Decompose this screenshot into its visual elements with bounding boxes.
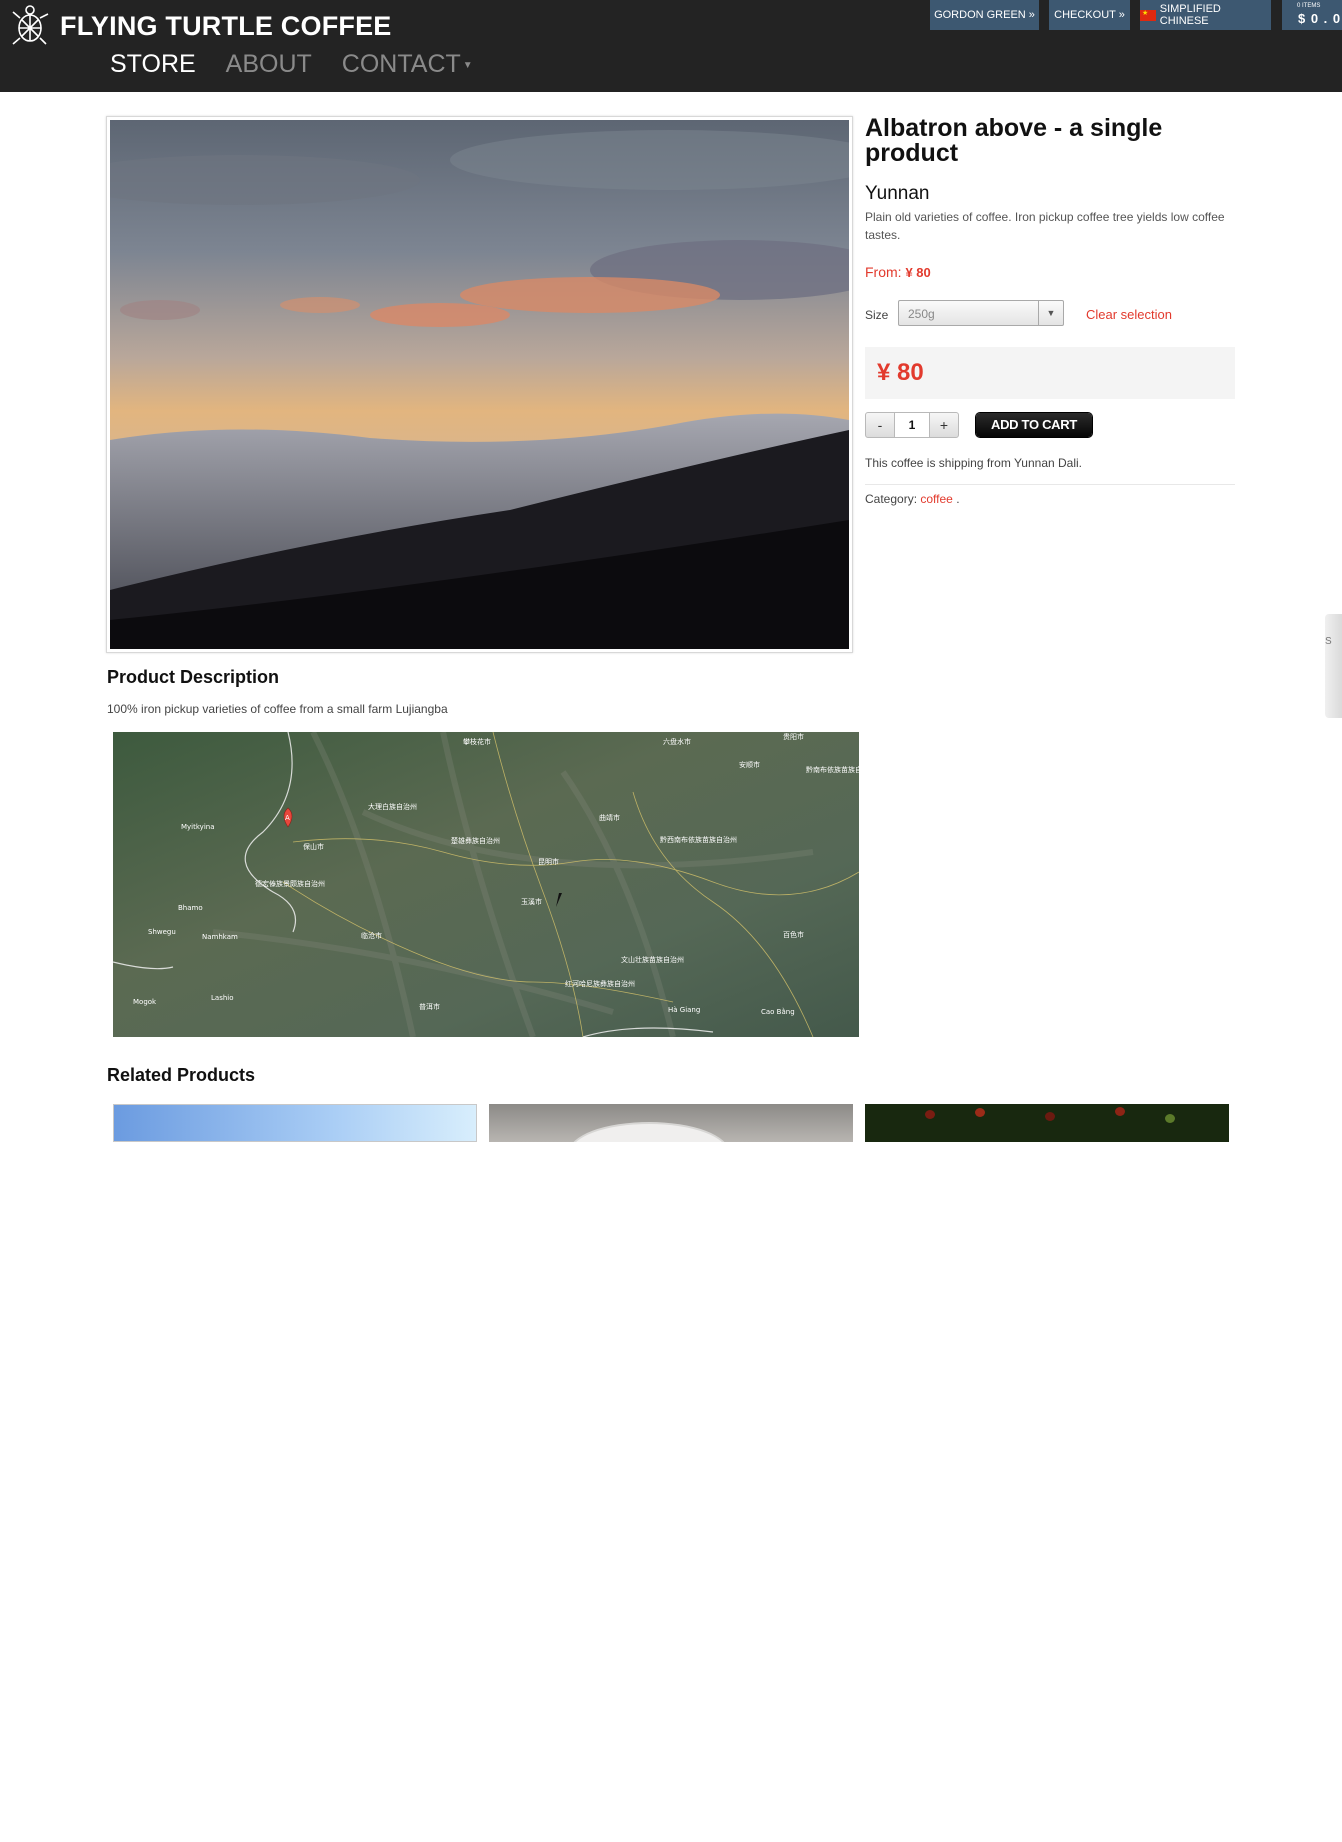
related-product-2[interactable] [489, 1104, 853, 1142]
mini-cart-button[interactable]: 0 ITEMS $ 0 . 0 [1282, 0, 1342, 30]
nav-contact-label: CONTACT [341, 50, 461, 78]
map-label-baoshan: 保山市 [303, 842, 324, 851]
product-title: Albatron above - a single product [865, 114, 1163, 167]
map-label-lincang: 临沧市 [361, 931, 382, 940]
quantity-decrease-button[interactable]: - [865, 412, 895, 438]
map-label-guiyang: 贵阳市 [783, 732, 804, 741]
coffee-cherry [1045, 1112, 1055, 1121]
checkout-button[interactable]: CHECKOUT » [1049, 0, 1130, 30]
coffee-cherry [1165, 1114, 1175, 1123]
china-flag-icon [1140, 9, 1156, 21]
from-label: From: [865, 264, 902, 280]
side-tab-label: S [1325, 636, 1332, 647]
coffee-cherry [975, 1108, 985, 1117]
quantity-increase-button[interactable]: + [929, 412, 959, 438]
map-label-qujing: 曲靖市 [599, 813, 620, 822]
map-label-caobang: Cao Bằng [761, 1007, 795, 1016]
map-label-kunming: 昆明市 [538, 857, 559, 866]
map-label-shwegu: Shwegu [148, 928, 176, 936]
size-label: Size [865, 308, 889, 322]
coffee-cup-image [569, 1122, 729, 1142]
origin-map-image: Myitkyina Bhamo Shwegu Namhkam Mogok Las… [113, 732, 859, 1037]
map-label-baise: 百色市 [783, 930, 804, 939]
product-short-description: Plain old varieties of coffee. Iron pick… [865, 210, 1225, 242]
main-menu: STORE ABOUT CONTACT ▼ [110, 50, 473, 79]
variation-price-box: ¥ 80 [865, 347, 1235, 399]
size-select-value: 250g [908, 307, 935, 321]
top-navigation-bar: FLYING TURTLE COFFEE STORE ABOUT CONTACT… [0, 0, 1342, 92]
quantity-input[interactable]: 1 [895, 412, 929, 438]
map-label-panzhihua: 攀枝花市 [463, 737, 491, 746]
nav-contact[interactable]: CONTACT ▼ [342, 50, 473, 79]
size-variation-row: Size 250g ▼ Clear selection [865, 300, 1235, 330]
satellite-map: Myitkyina Bhamo Shwegu Namhkam Mogok Las… [113, 732, 859, 1037]
map-label-liupanshui: 六盘水市 [663, 737, 691, 746]
map-pin-label: A [285, 814, 290, 822]
variation-price: ¥ 80 [877, 359, 924, 386]
category-link[interactable]: coffee [920, 492, 952, 506]
from-price: ¥ 80 [905, 265, 931, 280]
site-logo[interactable]: FLYING TURTLE COFFEE [8, 4, 392, 48]
language-label: SIMPLIFIED CHINESE [1159, 3, 1221, 27]
map-label-yuxi: 玉溪市 [521, 897, 542, 906]
map-label-wenshan: 文山壮族苗族自治州 [621, 955, 684, 964]
coffee-cherry [925, 1110, 935, 1119]
related-product-3[interactable] [865, 1104, 1229, 1142]
side-feedback-tab[interactable]: S [1325, 614, 1342, 718]
related-product-1[interactable] [113, 1104, 477, 1142]
description-text: 100% iron pickup varieties of coffee fro… [107, 702, 448, 716]
product-summary: Albatron above - a single product Yunnan… [865, 116, 1235, 506]
category-label: Category: [865, 492, 918, 506]
map-label-mogok: Mogok [133, 998, 157, 1006]
map-label-honghe: 红河哈尼族彝族自治州 [565, 979, 635, 988]
coffee-cherry [1115, 1107, 1125, 1116]
nav-about[interactable]: ABOUT [226, 50, 312, 79]
map-label-bhamo: Bhamo [178, 904, 203, 912]
map-label-puer: 普洱市 [419, 1002, 440, 1011]
map-label-namhkam: Namhkam [202, 933, 238, 941]
map-label-dehong: 德宏傣族景颇族自治州 [255, 879, 325, 888]
map-label-dali: 大理白族自治州 [368, 802, 417, 811]
add-to-cart-button[interactable]: ADD TO CART [976, 413, 1092, 437]
product-image-frame[interactable] [106, 116, 853, 653]
shipping-note: This coffee is shipping from Yunnan Dali… [865, 456, 1083, 470]
chevron-down-icon: ▼ [1038, 301, 1063, 325]
cart-total: $ 0 . 0 [1298, 11, 1342, 26]
account-button[interactable]: GORDON GREEN » [930, 0, 1039, 30]
quantity-row: - 1 + ADD TO CART [865, 412, 1235, 440]
map-label-myitkyina: Myitkyina [181, 823, 215, 831]
map-label-qianxinan: 黔西南布依族苗族自治州 [660, 835, 737, 844]
category-suffix: . [956, 492, 960, 506]
cart-item-count: 0 ITEMS [1297, 3, 1321, 9]
turtle-logo-icon [12, 5, 49, 45]
product-category: Category: coffee . [865, 492, 1235, 506]
size-select[interactable]: 250g ▼ [898, 300, 1064, 326]
description-heading: Product Description [107, 667, 280, 687]
from-price-line: From: ¥ 80 [865, 264, 1235, 280]
dropdown-caret-icon: ▼ [462, 59, 473, 71]
map-label-hagiang: Hà Giang [668, 1006, 700, 1014]
related-products-heading: Related Products [107, 1065, 256, 1085]
map-label-qiannan: 黔南布依族苗族自治州 [806, 765, 859, 774]
brand-name: FLYING TURTLE COFFEE [60, 10, 392, 41]
nav-store[interactable]: STORE [110, 50, 196, 79]
map-label-chuxiong: 楚雄彝族自治州 [451, 836, 500, 845]
map-label-anshun: 安顺市 [739, 760, 760, 769]
language-button[interactable]: SIMPLIFIED CHINESE [1140, 0, 1271, 30]
divider [865, 484, 1235, 485]
map-label-lashio: Lashio [211, 994, 234, 1002]
clear-selection-link[interactable]: Clear selection [1086, 307, 1172, 322]
product-origin: Yunnan [865, 183, 930, 204]
product-photo [110, 120, 849, 649]
